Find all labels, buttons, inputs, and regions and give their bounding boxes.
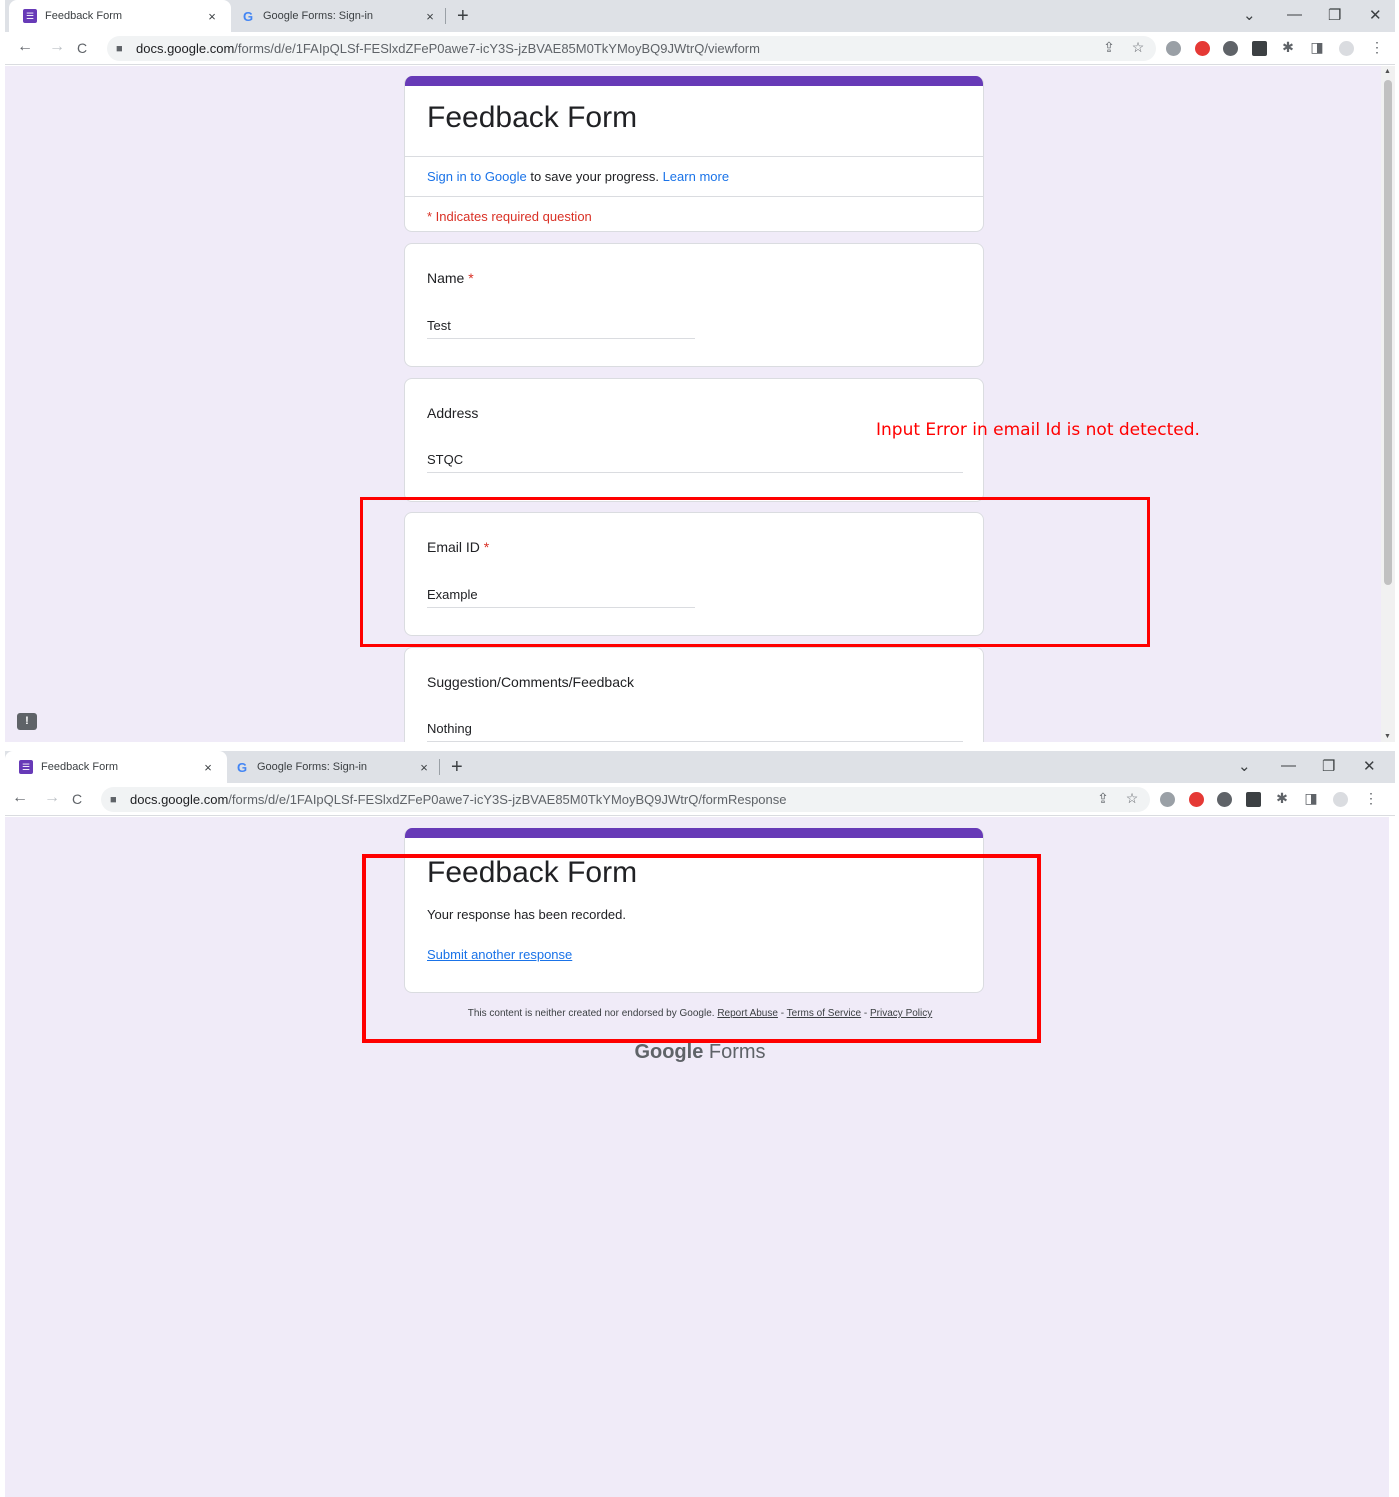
signin-prompt: Sign in to Google to save your progress.… [405, 157, 983, 197]
share-icon[interactable]: ⇪ [1094, 790, 1112, 807]
signin-text: to save your progress. [526, 169, 663, 184]
tab-feedback-form[interactable]: ☰ Feedback Form × [5, 751, 227, 783]
forward-icon[interactable]: → [44, 789, 60, 807]
lock-icon[interactable]: ■ [116, 43, 128, 55]
minimize-button[interactable]: — [1281, 757, 1296, 774]
profile-avatar-icon[interactable] [1339, 41, 1354, 56]
browser-menu-icon[interactable]: ⋮ [1368, 39, 1386, 56]
feedback-input[interactable]: Nothing [427, 721, 963, 742]
extension-color-icon[interactable] [1195, 41, 1210, 56]
restore-button[interactable]: ❐ [1328, 6, 1341, 24]
extension-new-icon[interactable] [1252, 41, 1267, 56]
learn-more-link[interactable]: Learn more [663, 169, 729, 184]
annotation-highlight-box [360, 497, 1150, 647]
browser-menu-icon[interactable]: ⋮ [1362, 790, 1380, 807]
tab-search-icon[interactable]: ⌄ [1243, 6, 1256, 24]
extension-w-icon[interactable] [1223, 41, 1238, 56]
page-scrollbar[interactable]: ▲ ▼ [1381, 66, 1395, 742]
extensions-puzzle-icon[interactable]: ✱ [1273, 790, 1291, 807]
question-card-name: Name * Test [404, 243, 984, 367]
name-input[interactable]: Test [427, 318, 695, 339]
tab-feedback-form[interactable]: ☰ Feedback Form × [9, 0, 231, 32]
new-tab-button[interactable]: + [457, 5, 469, 28]
sign-in-link[interactable]: Sign in to Google [427, 169, 527, 184]
close-tab-icon[interactable]: × [199, 760, 217, 775]
google-favicon-icon: G [236, 759, 248, 775]
required-question-note: * Indicates required question [427, 209, 592, 224]
tab-google-forms-signin[interactable]: G Google Forms: Sign-in × [221, 751, 443, 783]
extension-color-icon[interactable] [1189, 792, 1204, 807]
restore-button[interactable]: ❐ [1322, 757, 1335, 775]
address-bar-row: ← → C ■ docs.google.com/forms/d/e/1FAIpQ… [5, 783, 1395, 816]
question-label: Name * [427, 270, 474, 286]
bookmark-star-icon[interactable]: ☆ [1123, 790, 1141, 807]
form-title: Feedback Form [405, 86, 983, 157]
bookmark-star-icon[interactable]: ☆ [1129, 39, 1147, 56]
tab-title: Feedback Form [45, 10, 123, 22]
side-panel-icon[interactable]: ◨ [1308, 39, 1326, 56]
close-tab-icon[interactable]: × [203, 9, 221, 24]
tab-strip: ☰ Feedback Form × G Google Forms: Sign-i… [5, 751, 1395, 783]
extension-icon[interactable] [1166, 41, 1181, 56]
tab-separator [439, 759, 440, 775]
scrollbar-thumb[interactable] [1384, 80, 1392, 585]
url-path: /forms/d/e/1FAIpQLSf-FESlxdZFeP0awe7-icY… [228, 792, 787, 807]
accent-strip [405, 828, 983, 838]
back-icon[interactable]: ← [12, 789, 28, 807]
url-path: /forms/d/e/1FAIpQLSf-FESlxdZFeP0awe7-icY… [234, 41, 760, 56]
reload-icon[interactable]: C [72, 791, 82, 807]
form-header-card: Feedback Form Sign in to Google to save … [404, 76, 984, 232]
screenshot-viewform: ☰ Feedback Form × G Google Forms: Sign-i… [5, 0, 1395, 742]
tab-google-forms-signin[interactable]: G Google Forms: Sign-in × [227, 0, 449, 32]
share-icon[interactable]: ⇪ [1100, 39, 1118, 56]
omnibox[interactable]: ■ docs.google.com/forms/d/e/1FAIpQLSf-FE… [107, 36, 1156, 61]
google-forms-logo[interactable]: Google Forms [5, 1041, 1395, 1064]
tab-search-icon[interactable]: ⌄ [1238, 757, 1251, 775]
close-tab-icon[interactable]: × [421, 9, 439, 24]
url-domain: docs.google.com [136, 41, 235, 56]
question-label: Address [427, 405, 479, 421]
required-star: * [468, 270, 474, 286]
side-panel-icon[interactable]: ◨ [1302, 790, 1320, 807]
url-domain: docs.google.com [130, 792, 229, 807]
omnibox[interactable]: ■ docs.google.com/forms/d/e/1FAIpQLSf-FE… [101, 787, 1150, 812]
question-label: Suggestion/Comments/Feedback [427, 674, 634, 690]
tab-title: Google Forms: Sign-in [257, 761, 368, 773]
close-tab-icon[interactable]: × [415, 760, 433, 775]
question-card-address: Address STQC [404, 378, 984, 502]
forward-icon[interactable]: → [49, 38, 65, 56]
scroll-up-icon[interactable]: ▲ [1384, 68, 1391, 75]
address-input[interactable]: STQC [427, 452, 963, 473]
annotation-highlight-box [362, 854, 1041, 1043]
report-feedback-icon[interactable]: ! [17, 713, 37, 730]
tab-title: Google Forms: Sign-in [263, 10, 374, 22]
tab-separator [445, 8, 446, 24]
extension-new-icon[interactable] [1246, 792, 1261, 807]
forms-favicon-icon: ☰ [19, 760, 33, 774]
scroll-down-icon[interactable]: ▼ [1384, 733, 1391, 740]
tab-strip: ☰ Feedback Form × G Google Forms: Sign-i… [5, 0, 1395, 32]
minimize-button[interactable]: — [1287, 6, 1302, 23]
extensions-puzzle-icon[interactable]: ✱ [1279, 39, 1297, 56]
forms-favicon-icon: ☰ [23, 9, 37, 23]
address-bar-row: ← → C ■ docs.google.com/forms/d/e/1FAIpQ… [5, 32, 1395, 65]
annotation-note: Input Error in email Id is not detected. [876, 420, 1200, 440]
profile-avatar-icon[interactable] [1333, 792, 1348, 807]
lock-icon[interactable]: ■ [110, 794, 122, 806]
google-favicon-icon: G [242, 8, 254, 24]
new-tab-button[interactable]: + [451, 756, 463, 779]
extension-w-icon[interactable] [1217, 792, 1232, 807]
close-window-button[interactable]: ✕ [1369, 6, 1382, 24]
extension-icon[interactable] [1160, 792, 1175, 807]
tab-title: Feedback Form [41, 761, 119, 773]
screenshot-formresponse: ☰ Feedback Form × G Google Forms: Sign-i… [5, 751, 1395, 1497]
accent-strip [405, 76, 983, 86]
question-card-feedback: Suggestion/Comments/Feedback Nothing [404, 647, 984, 742]
reload-icon[interactable]: C [77, 40, 87, 56]
close-window-button[interactable]: ✕ [1363, 757, 1376, 775]
back-icon[interactable]: ← [17, 38, 33, 56]
